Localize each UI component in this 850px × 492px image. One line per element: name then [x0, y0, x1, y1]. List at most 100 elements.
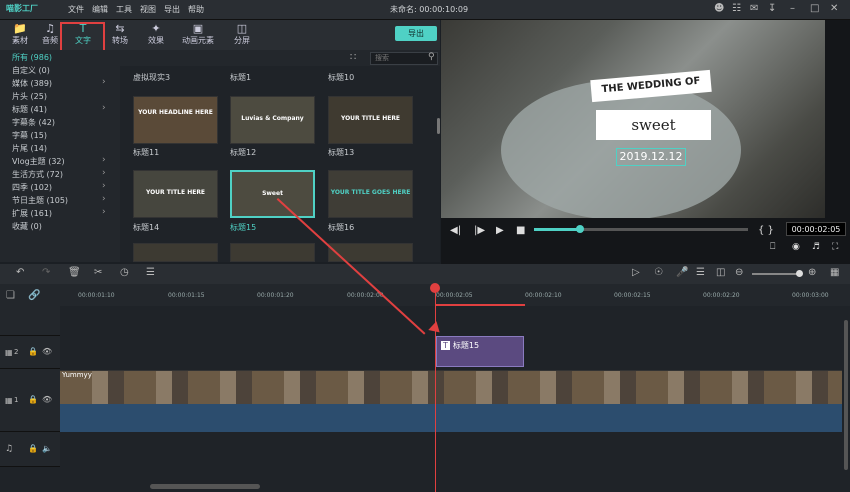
zoom-slider[interactable]	[752, 273, 800, 275]
mail-icon[interactable]: ✉	[750, 3, 758, 14]
title-thumbnail[interactable]: YOUR HEADLINE HERE	[133, 96, 218, 144]
close-icon[interactable]: ✕	[830, 3, 838, 14]
tab-effects[interactable]: ✦ 效果	[136, 22, 176, 50]
fullscreen-icon[interactable]: ⛶	[832, 242, 838, 252]
link-icon[interactable]: 🔗	[28, 290, 40, 301]
chevron-right-icon[interactable]: ›	[102, 194, 106, 204]
audio-clip[interactable]	[60, 404, 842, 432]
menu-edit[interactable]: 编辑	[92, 4, 108, 15]
thumb-text: YOUR TITLE GOES HERE	[330, 189, 411, 196]
menu-help[interactable]: 帮助	[188, 4, 204, 15]
playhead[interactable]	[435, 284, 436, 492]
sidebar-item-opener[interactable]: 片头 (25)	[12, 91, 47, 102]
sidebar-item-seasons[interactable]: 四季 (102)	[12, 182, 52, 193]
sidebar-item-lowerthirds[interactable]: 字幕条 (42)	[12, 117, 55, 128]
marker-icon[interactable]: ☉	[654, 267, 663, 278]
sidebar-item-media[interactable]: 媒体 (389)	[12, 78, 52, 89]
track-header-empty	[0, 306, 60, 336]
sidebar-item-subtitles[interactable]: 字幕 (15)	[12, 130, 47, 141]
volume-icon[interactable]: ♬	[812, 242, 820, 252]
lock-icon[interactable]: 🔒	[28, 347, 38, 356]
sidebar-item-endcredits[interactable]: 片尾 (14)	[12, 143, 47, 154]
maximize-icon[interactable]: □	[810, 3, 819, 14]
add-track-icon[interactable]: ❏	[6, 290, 15, 301]
sidebar-item-custom[interactable]: 自定义 (0)	[12, 65, 50, 76]
stop-icon[interactable]: ■	[516, 225, 525, 236]
tracks-scrollbar[interactable]	[844, 320, 848, 470]
tab-label: 分屏	[234, 36, 250, 45]
sidebar-item-all[interactable]: 所有 (986)	[12, 52, 52, 63]
title-thumbnail[interactable]: YOUR TITLE HERE	[133, 170, 218, 218]
volume-icon[interactable]: 🔈	[42, 444, 52, 453]
overlay-title-line3[interactable]: 2019.12.12	[616, 148, 686, 166]
adjust-icon[interactable]: ☰	[146, 267, 155, 278]
sidebar-item-lifestyle[interactable]: 生活方式 (72)	[12, 169, 63, 180]
chevron-right-icon[interactable]: ›	[102, 181, 106, 191]
title-thumbnail-selected[interactable]: Sweet	[230, 170, 315, 218]
prev-frame-icon[interactable]: ◀|	[450, 225, 461, 236]
monitor-icon[interactable]: ⎕	[770, 242, 775, 252]
sidebar-item-extended[interactable]: 扩展 (161)	[12, 208, 52, 219]
seek-handle[interactable]	[576, 225, 584, 233]
sidebar-item-favorites[interactable]: 收藏 (0)	[12, 221, 42, 232]
snapshot-icon[interactable]: ◉	[792, 242, 800, 252]
cut-icon[interactable]: ✂	[94, 267, 102, 278]
chevron-right-icon[interactable]: ›	[102, 168, 106, 178]
title-clip[interactable]: T 标题15	[436, 336, 524, 367]
export-button[interactable]: 导出	[395, 26, 437, 41]
title-track-icon: ▦	[5, 348, 13, 357]
undo-icon[interactable]: ↶	[16, 267, 24, 278]
mark-in-out-icon[interactable]: { }	[758, 225, 774, 236]
lock-icon[interactable]: 🔒	[28, 395, 38, 404]
video-clip[interactable]	[60, 370, 842, 404]
search-icon[interactable]: ⚲	[428, 52, 435, 62]
grid-view-icon[interactable]: ∷	[350, 52, 356, 63]
chevron-right-icon[interactable]: ›	[102, 155, 106, 165]
library-scrollbar[interactable]	[437, 118, 440, 134]
seek-track[interactable]	[580, 228, 748, 231]
mixer-icon[interactable]: ☰	[696, 267, 705, 278]
chevron-right-icon[interactable]: ›	[102, 77, 106, 87]
redo-icon[interactable]: ↷	[42, 267, 50, 278]
title-thumbnail[interactable]: YOUR TITLE GOES HERE	[328, 170, 413, 218]
zoom-handle[interactable]	[796, 270, 803, 277]
download-icon[interactable]: ↧	[768, 3, 776, 14]
title-thumbnail[interactable]: Luvias & Company	[230, 96, 315, 144]
menu-tools[interactable]: 工具	[116, 4, 132, 15]
ruler-label: 00:00:02:15	[614, 292, 651, 299]
minimize-icon[interactable]: –	[790, 3, 795, 14]
menu-file[interactable]: 文件	[68, 4, 84, 15]
tab-transition[interactable]: ⇆ 转场	[100, 22, 140, 50]
window-title: 未命名: 00:00:10:09	[390, 5, 469, 14]
user-icon[interactable]: ☻	[714, 3, 724, 14]
render-icon[interactable]: ▷	[632, 267, 640, 278]
playhead-handle[interactable]	[430, 283, 440, 293]
cart-icon[interactable]: ☷	[732, 3, 741, 14]
chevron-right-icon[interactable]: ›	[102, 207, 106, 217]
sidebar-item-holiday[interactable]: 节日主题 (105)	[12, 195, 68, 206]
menu-export[interactable]: 导出	[164, 4, 180, 15]
mic-icon[interactable]: 🎤	[676, 267, 688, 278]
title-thumbnail[interactable]: YOUR TITLE HERE	[328, 96, 413, 144]
sidebar-item-titles[interactable]: 标题 (41)	[12, 104, 47, 115]
sidebar-item-vlog[interactable]: Vlog主题 (32)	[12, 156, 65, 167]
step-back-icon[interactable]: |▶	[474, 225, 485, 236]
eye-icon[interactable]: 👁	[42, 395, 52, 404]
tab-split[interactable]: ◫ 分屏	[222, 22, 262, 50]
zoom-out-icon[interactable]: ⊖	[735, 267, 743, 278]
eye-icon[interactable]: 👁	[42, 347, 52, 356]
zoom-in-icon[interactable]: ⊕	[808, 267, 816, 278]
title-thumbnail[interactable]	[230, 243, 315, 262]
clock-icon[interactable]: ◷	[120, 267, 129, 278]
chevron-right-icon[interactable]: ›	[102, 103, 106, 113]
play-icon[interactable]: ▶	[496, 225, 504, 236]
tab-elements[interactable]: ▣ 动画元素	[178, 22, 218, 50]
menu-view[interactable]: 视图	[140, 4, 156, 15]
split-screen-icon[interactable]: ◫	[716, 267, 725, 278]
timeline-scrollbar[interactable]	[150, 484, 260, 489]
title-thumbnail[interactable]	[328, 243, 413, 262]
delete-icon[interactable]: 🗑	[68, 267, 81, 278]
lock-icon[interactable]: 🔒	[28, 444, 38, 453]
title-thumbnail[interactable]	[133, 243, 218, 262]
grid-icon[interactable]: ▦	[830, 267, 839, 278]
